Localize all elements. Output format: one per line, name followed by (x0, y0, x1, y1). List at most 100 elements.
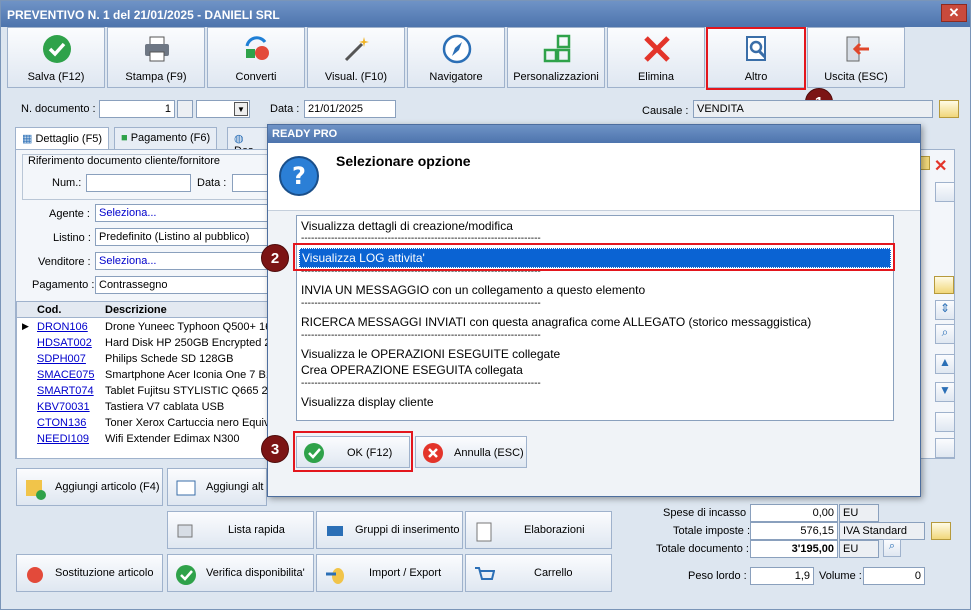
option-search-messages[interactable]: RICERCA MESSAGGI INVIATI con questa anag… (301, 315, 811, 329)
copy-icon[interactable] (935, 412, 955, 432)
delete-x-icon (644, 36, 670, 62)
pagamento-input[interactable]: Contrassegno (95, 276, 273, 294)
table-icon: ▦ (22, 133, 36, 145)
check-availability-button[interactable]: Verifica disponibilita' (167, 554, 314, 592)
rif-num-input[interactable] (86, 174, 191, 192)
window-title: PREVENTIVO N. 1 del 21/01/2025 - DANIELI… (7, 8, 280, 22)
documento-input[interactable]: 3'195,00 (750, 540, 838, 558)
table-row[interactable]: ▶ DRON106 Drone Yuneec Typhoon Q500+ 16 (17, 319, 270, 335)
option-view-operations[interactable]: Visualizza le OPERAZIONI ESEGUITE colleg… (301, 347, 560, 361)
arrow-up-down-icon[interactable]: ⇕ (935, 300, 955, 320)
rif-data-label: Data : (197, 177, 227, 189)
imposte-input[interactable]: 576,15 (750, 522, 838, 540)
window-close-button[interactable]: ✕ (941, 4, 967, 22)
option-send-message[interactable]: INVIA UN MESSAGGIO con un collegamento a… (301, 283, 645, 297)
folder-icon[interactable] (931, 522, 951, 540)
ndoc-suffix-input[interactable] (177, 100, 193, 118)
venditore-input[interactable]: Seleziona... (95, 252, 273, 270)
table-row[interactable]: SMART074 Tablet Fujitsu STYLISTIC Q665 25 (17, 383, 270, 399)
option-view-details[interactable]: Visualizza dettagli di creazione/modific… (301, 219, 513, 233)
row-cod[interactable]: NEEDI109 (37, 433, 102, 445)
spese-input[interactable]: 0,00 (750, 504, 838, 522)
convert-icon (245, 36, 269, 60)
ndoc-series-select[interactable]: ▼ (196, 100, 250, 118)
table-row[interactable]: SDPH007 Philips Schede SD 128GB (17, 351, 270, 367)
close-icon[interactable]: ✕ (934, 156, 947, 176)
table-row[interactable]: HDSAT002 Hard Disk HP 250GB Encrypted 25 (17, 335, 270, 351)
insert-groups-label: Gruppi di inserimento (355, 524, 460, 536)
grid-icon (543, 34, 571, 63)
svg-text:?: ? (292, 162, 306, 190)
option-create-operation[interactable]: Crea OPERAZIONE ESEGUITA collegata (301, 363, 523, 377)
cancel-button[interactable]: Annulla (ESC) (415, 436, 527, 468)
quick-list-label: Lista rapida (228, 524, 285, 536)
main-window: PREVENTIVO N. 1 del 21/01/2025 - DANIELI… (0, 0, 971, 610)
tab-destinazione[interactable]: ◍ Des (227, 127, 269, 157)
row-cod[interactable]: DRON106 (37, 321, 102, 333)
add-item-button[interactable]: Aggiungi articolo (F4) (16, 468, 163, 506)
option-customer-display[interactable]: Visualizza display cliente (301, 395, 434, 409)
table-row[interactable]: KBV70031 Tastiera V7 cablata USB (17, 399, 270, 415)
quick-list-button[interactable]: Lista rapida (167, 511, 314, 549)
causale-input[interactable]: VENDITA (693, 100, 933, 118)
listino-input[interactable]: Predefinito (Listino al pubblico) (95, 228, 273, 246)
volume-input[interactable]: 0 (863, 567, 925, 585)
row-cod[interactable]: CTON136 (37, 417, 102, 429)
table-row[interactable]: SMACE075 Smartphone Acer Iconia One 7 B1 (17, 367, 270, 383)
navigator-button[interactable]: Navigatore (407, 27, 505, 88)
edit-icon[interactable] (935, 182, 955, 202)
customizations-button[interactable]: Personalizzazioni (507, 27, 605, 88)
table-row[interactable]: CTON136 Toner Xerox Cartuccia nero Equiva (17, 415, 270, 431)
delete-button[interactable]: Elimina (607, 27, 705, 88)
tab-pagamento[interactable]: ■ Pagamento (F6) (114, 127, 218, 149)
print-button[interactable]: Stampa (F9) (107, 27, 205, 88)
zoom-icon[interactable]: ⌕ (883, 539, 901, 557)
convert-button[interactable]: Converti (207, 27, 305, 88)
chevron-down-icon[interactable]: ▼ (234, 102, 248, 116)
printer-icon (145, 36, 169, 62)
folder-icon[interactable] (939, 100, 959, 118)
import-export-button[interactable]: Import / Export (316, 554, 463, 592)
listino-label: Listino : (53, 232, 91, 244)
rif-num-label: Num.: (52, 177, 82, 189)
other-button-highlight (706, 27, 806, 90)
visualize-button[interactable]: Visual. (F10) (307, 27, 405, 88)
save-button[interactable]: Salva (F12) (7, 27, 105, 88)
folder-icon[interactable] (934, 276, 954, 294)
causale-label: Causale : (642, 105, 689, 117)
exit-door-icon (846, 36, 869, 62)
rif-data-input[interactable] (232, 174, 272, 192)
tab-dettaglio[interactable]: ▦ Dettaglio (F5) (15, 127, 110, 150)
data-input[interactable]: 21/01/2025 (304, 100, 396, 118)
row-desc: Tablet Fujitsu STYLISTIC Q665 25 (105, 385, 270, 397)
convert-button-label: Converti (235, 71, 277, 83)
agente-input[interactable]: Seleziona... (95, 204, 273, 222)
compass-icon (442, 34, 472, 64)
arrow-down-icon[interactable]: ▼ (935, 382, 955, 402)
paste-icon[interactable] (935, 438, 955, 458)
processing-button[interactable]: Elaborazioni (465, 511, 612, 549)
arrow-up-icon[interactable]: ▲ (935, 354, 955, 374)
col-desc-header[interactable]: Descrizione (105, 304, 167, 316)
peso-input[interactable]: 1,9 (750, 567, 814, 585)
row-cod[interactable]: HDSAT002 (37, 337, 102, 349)
zoom-icon[interactable]: ⌕ (935, 324, 955, 344)
magic-wand-icon (344, 37, 369, 62)
pagamento-label: Pagamento : (32, 279, 95, 291)
add-box-icon (26, 480, 46, 500)
cart-button[interactable]: Carrello (465, 554, 612, 592)
col-cod-header[interactable]: Cod. (37, 304, 61, 316)
ndoc-input[interactable]: 1 (99, 100, 175, 118)
add-alt-button[interactable]: Aggiungi alt (167, 468, 267, 506)
row-cod[interactable]: SDPH007 (37, 353, 102, 365)
globe-icon: ◍ (234, 133, 244, 145)
row-cod[interactable]: KBV70031 (37, 401, 102, 413)
tab-dettaglio-label: Dettaglio (F5) (35, 133, 103, 145)
row-cod[interactable]: SMART074 (37, 385, 102, 397)
exit-button[interactable]: Uscita (ESC) (807, 27, 905, 88)
replace-item-button[interactable]: Sostituzione articolo (16, 554, 163, 592)
insert-groups-button[interactable]: Gruppi di inserimento (316, 511, 463, 549)
row-cod[interactable]: SMACE075 (37, 369, 102, 381)
add-item-label: Aggiungi articolo (F4) (55, 481, 160, 493)
table-row[interactable]: NEEDI109 Wifi Extender Edimax N300 (17, 431, 270, 447)
